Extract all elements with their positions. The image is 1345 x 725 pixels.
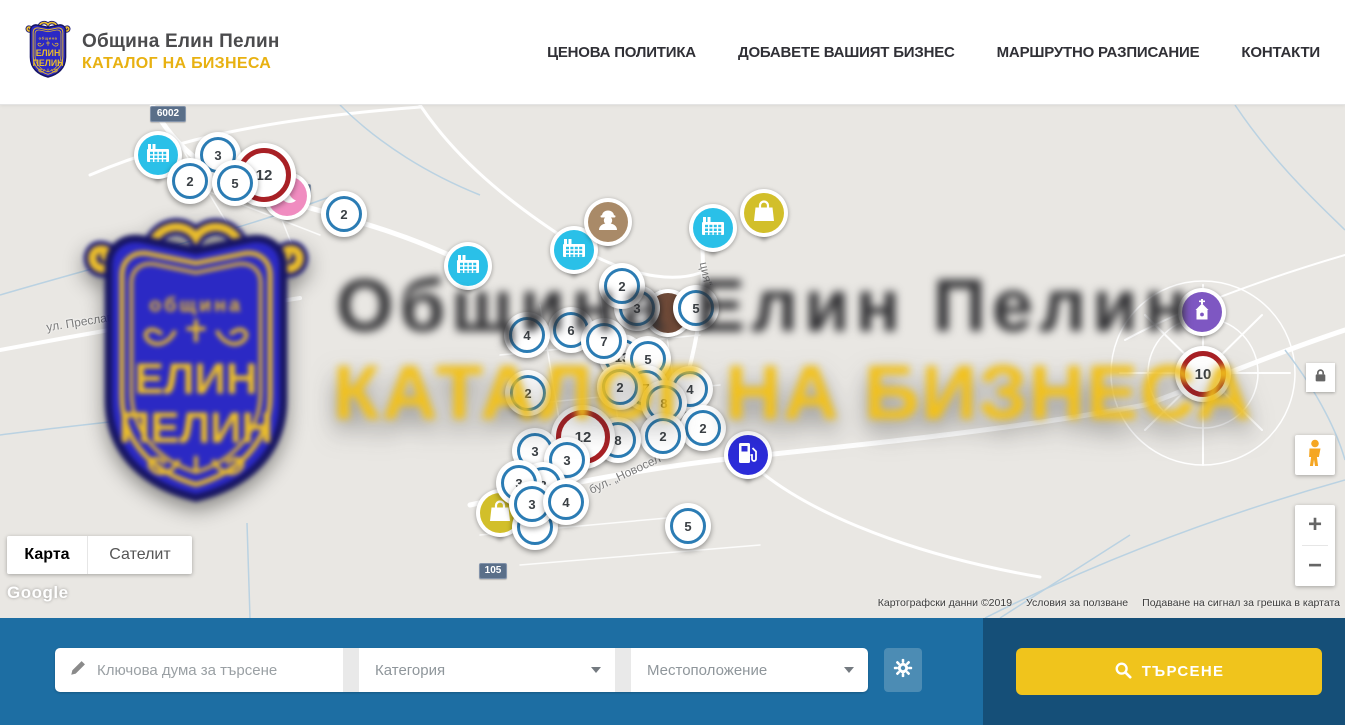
map-type-satellite-button[interactable]: Сателит [88,536,192,574]
keyword-search-input[interactable] [97,662,327,679]
location-select[interactable]: Местоположение [631,648,868,692]
google-logo[interactable]: Google [7,583,69,603]
search-fields: Категория Местоположение [55,648,868,692]
bag-pin-marker[interactable] [740,189,788,237]
map-type-map-button[interactable]: Карта [7,536,88,574]
chevron-down-icon [591,667,601,673]
bag-icon [751,198,777,229]
brand-subtitle: КАТАЛОГ НА БИЗНЕСА [82,55,280,73]
map-attribution: Картографски данни ©2019 Условия за полз… [878,597,1340,609]
factory-icon [144,139,172,172]
header: Община Елин Пелин КАТАЛОГ НА БИЗНЕСА ЦЕН… [0,0,1345,105]
brand-text: Община Елин Пелин КАТАЛОГ НА БИЗНЕСА [82,31,280,73]
search-bar: Категория Местоположение ТЪРСЕНЕ [0,618,1345,725]
gear-icon [892,657,914,684]
watermark-shield-icon [82,209,310,518]
zoom-in-button[interactable]: + [1295,505,1335,545]
search-icon [1114,661,1132,682]
page: Община Елин Пелин КАТАЛОГ НА БИЗНЕСА ЦЕН… [0,0,1345,725]
pegman-icon [1305,439,1325,472]
cluster-marker[interactable]: 2 [167,158,213,204]
cluster-marker[interactable]: 5 [665,503,711,549]
lock-icon [1313,368,1328,388]
search-button-label: ТЪРСЕНЕ [1142,663,1225,680]
cluster-marker[interactable]: 5 [212,160,258,206]
cluster-count: 5 [670,508,706,544]
factory-icon [699,212,727,245]
attribution-data: Картографски данни ©2019 [878,597,1012,609]
nav-item-contacts[interactable]: КОНТАКТИ [1241,44,1320,61]
main-nav: ЦЕНОВА ПОЛИТИКА ДОБАВЕТЕ ВАШИЯТ БИЗНЕС М… [547,44,1320,61]
nav-item-add-business[interactable]: ДОБАВЕТЕ ВАШИЯТ БИЗНЕС [738,44,955,61]
pencil-icon [69,659,87,682]
field-divider [343,648,359,692]
cluster-marker[interactable]: 4 [543,479,589,525]
cluster-count: 5 [217,165,253,201]
fuel-pin-marker[interactable] [724,431,772,479]
location-select-label: Местоположение [647,662,767,679]
zoom-out-button[interactable]: − [1295,546,1335,586]
keyword-field[interactable] [55,648,343,692]
cluster-count: 4 [548,484,584,520]
fuel-icon [734,439,762,472]
report-error-link[interactable]: Подаване на сигнал за грешка в картата [1142,597,1340,609]
worker-pin-marker[interactable] [584,198,632,246]
worker-icon [594,206,622,239]
lock-button[interactable] [1306,363,1335,392]
brand-logo[interactable]: Община Елин Пелин КАТАЛОГ НА БИЗНЕСА [25,19,280,85]
watermark-subtitle: КАТАЛОГ НА БИЗНЕСА [333,349,1253,438]
map-canvas[interactable]: 6002105ул. Преславбул. „Новоселция“ 3122… [0,105,1345,618]
map-type-control: Карта Сателит [7,536,192,574]
terms-link[interactable]: Условия за ползване [1026,597,1128,609]
brand-title: Община Елин Пелин [82,31,280,53]
nav-item-schedule[interactable]: МАРШРУТНО РАЗПИСАНИЕ [997,44,1200,61]
cluster-marker[interactable]: 2 [321,191,367,237]
street-view-pegman-button[interactable] [1295,435,1335,475]
zoom-control: + − [1295,505,1335,586]
category-select-label: Категория [375,662,445,679]
factory-pin-marker[interactable] [689,204,737,252]
field-divider [615,648,631,692]
nav-item-pricing[interactable]: ЦЕНОВА ПОЛИТИКА [547,44,696,61]
cluster-count: 2 [326,196,362,232]
chevron-down-icon [844,667,854,673]
municipality-shield-icon [25,19,71,85]
advanced-settings-button[interactable] [884,648,922,692]
search-submit-button[interactable]: ТЪРСЕНЕ [1016,648,1322,695]
cluster-count: 2 [172,163,208,199]
watermark-title: Община Елин Пелин [336,263,1194,348]
category-select[interactable]: Категория [359,648,615,692]
